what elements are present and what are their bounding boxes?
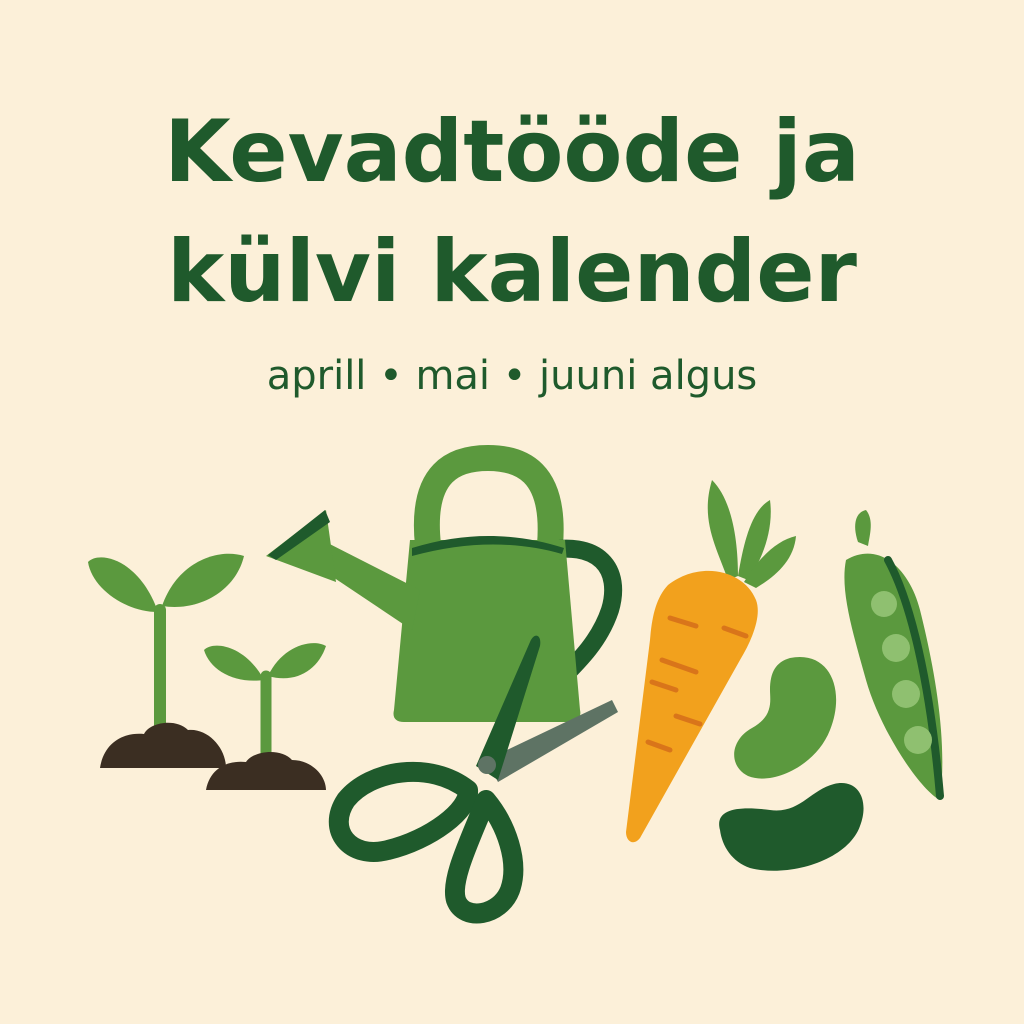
watering-can-icon	[266, 444, 623, 722]
seedling-icon	[204, 643, 326, 790]
garden-illustration	[88, 444, 944, 924]
bean-icon	[734, 656, 837, 779]
bean-icon	[719, 783, 864, 871]
carrot-icon	[626, 480, 796, 843]
pea-pod-icon	[844, 510, 944, 800]
